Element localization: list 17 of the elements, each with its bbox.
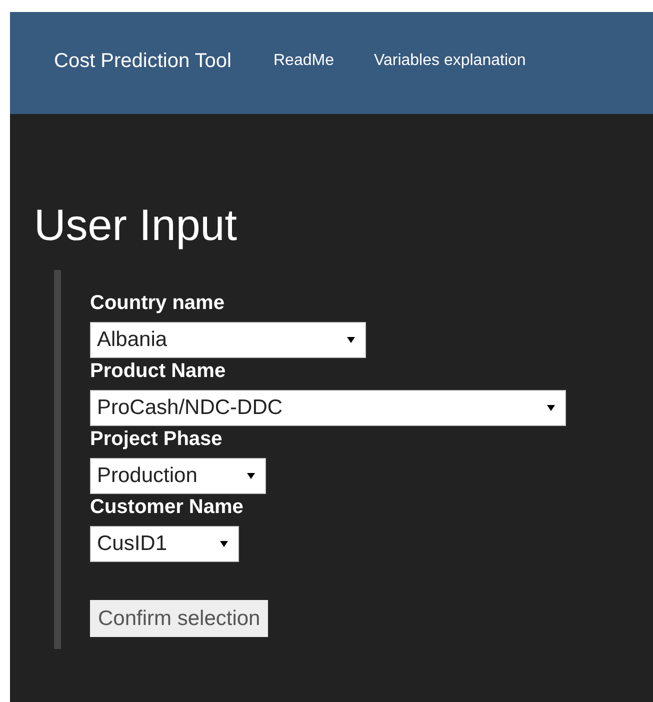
field-label: Product Name	[90, 359, 227, 384]
page-heading: User Input	[33, 204, 238, 248]
nav-link[interactable]: Variables explanation	[374, 49, 526, 73]
caret-icon	[347, 337, 355, 343]
brand-title[interactable]: Cost Prediction Tool	[54, 46, 232, 76]
field-label: Country name	[90, 291, 226, 316]
nav-link[interactable]: ReadMe	[274, 49, 334, 73]
confirm-button[interactable]: Confirm selection	[90, 600, 268, 637]
dropdown[interactable]: Albania	[90, 322, 366, 358]
dropdown[interactable]: CusID1	[90, 526, 239, 562]
dropdown[interactable]: ProCash/NDC-DDC	[90, 390, 566, 426]
dropdown[interactable]: Production	[90, 458, 266, 494]
caret-icon	[247, 473, 255, 479]
caret-icon	[547, 405, 555, 411]
field-label: Customer Name	[90, 495, 244, 520]
caret-icon	[220, 541, 228, 547]
field-label: Project Phase	[90, 427, 224, 452]
